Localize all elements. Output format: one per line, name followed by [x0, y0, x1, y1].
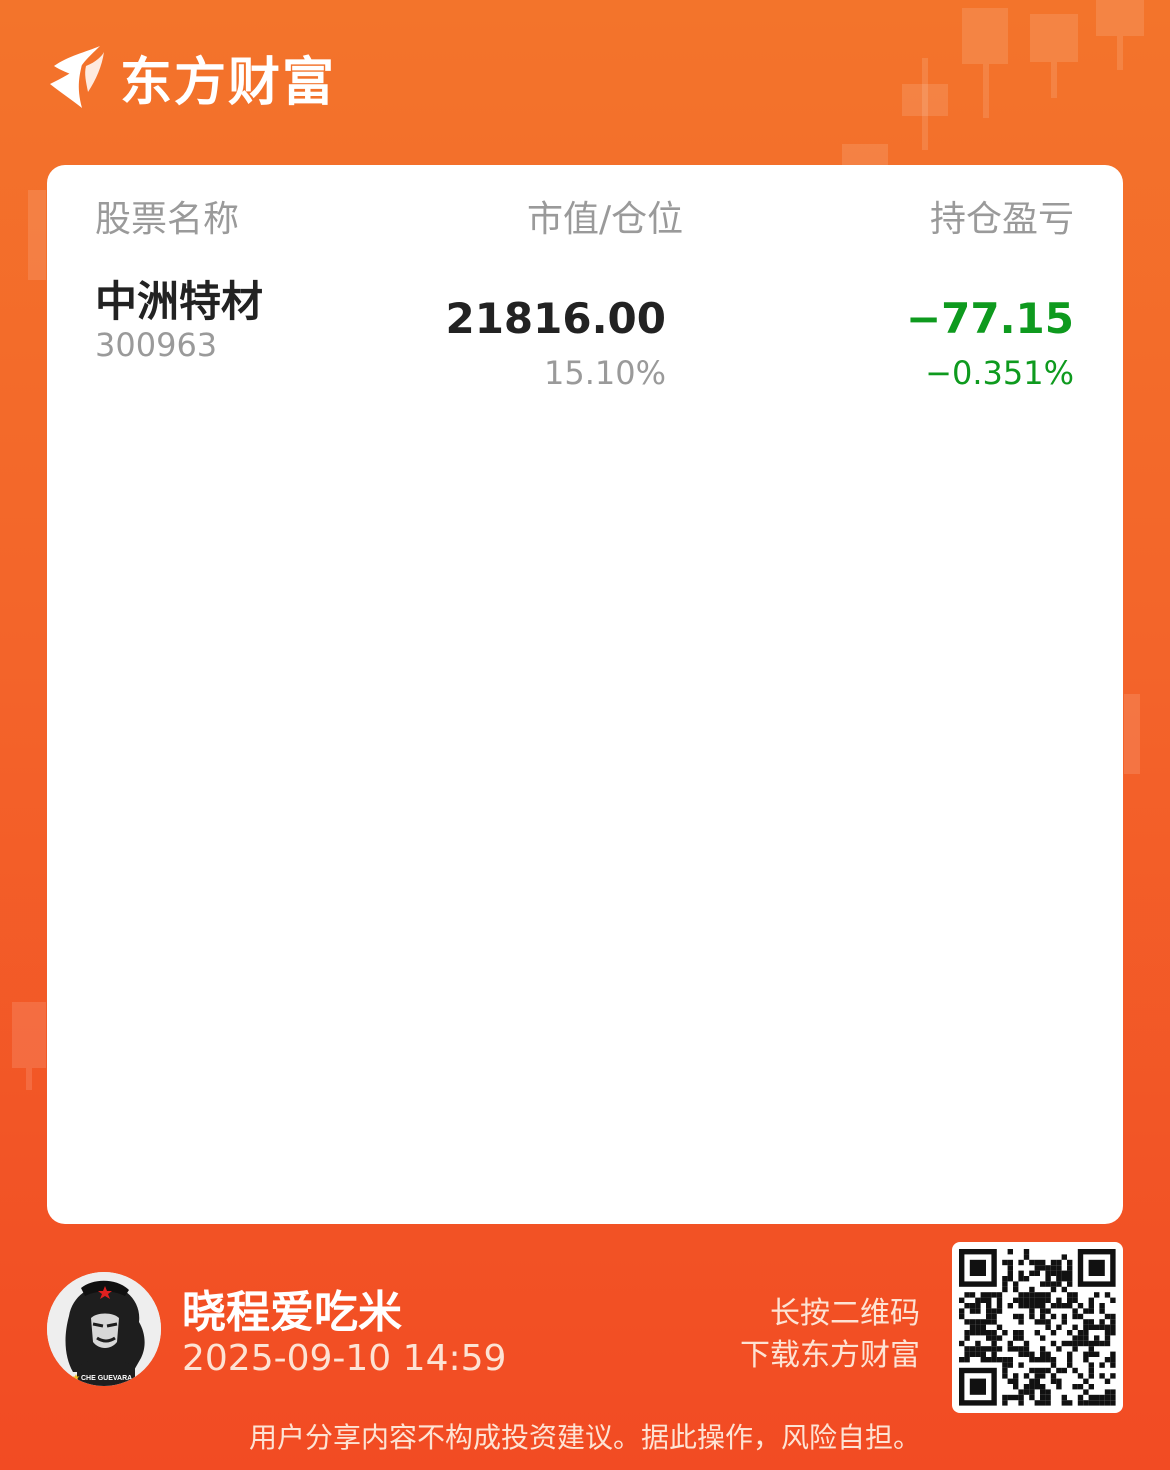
qr-hint-line-1: 长按二维码 [770, 1296, 920, 1331]
decorative-candle [1051, 62, 1057, 98]
disclaimer: 用户分享内容不构成投资建议。据此操作，风险自担。 [248, 1421, 921, 1454]
decorative-candle [28, 190, 46, 280]
position-percent: 15.10% [543, 354, 666, 392]
decorative-candle [1096, 0, 1144, 36]
avatar: CHE GUEVARA [47, 1272, 161, 1386]
decorative-candle [842, 144, 888, 166]
brand-header: 东方财富 [46, 40, 336, 114]
column-header-profit-loss: 持仓盈亏 [929, 199, 1074, 240]
column-header-market-value: 市值/仓位 [527, 199, 684, 240]
eastmoney-logo-icon [50, 46, 104, 108]
decorative-candle [12, 1002, 46, 1068]
decorative-candle [983, 64, 989, 118]
market-value: 21816.00 [445, 294, 666, 343]
decorative-candle [922, 58, 928, 150]
brand-name: 东方财富 [120, 52, 337, 113]
avatar-portrait-icon: CHE GUEVARA [47, 1272, 161, 1386]
username: 晓程爱吃米 [182, 1287, 402, 1338]
profit-loss-percent: −0.351% [925, 354, 1074, 392]
column-header-stock-name: 股票名称 [95, 199, 240, 240]
decorative-candle [1124, 694, 1140, 774]
qr-code-icon [959, 1249, 1116, 1406]
download-qr-code[interactable] [952, 1242, 1123, 1413]
avatar-badge-text: CHE GUEVARA [81, 1375, 132, 1382]
decorative-candle [1030, 14, 1078, 62]
decorative-candle [962, 8, 1008, 64]
profit-loss-value: −77.15 [905, 294, 1074, 343]
qr-hint-line-2: 下载东方财富 [740, 1338, 920, 1373]
stock-name: 中洲特材 [95, 277, 264, 326]
stock-code: 300963 [95, 326, 218, 364]
decorative-candle [26, 1068, 32, 1090]
share-timestamp: 2025-09-10 14:59 [182, 1338, 507, 1379]
decorative-candle [1117, 36, 1123, 70]
